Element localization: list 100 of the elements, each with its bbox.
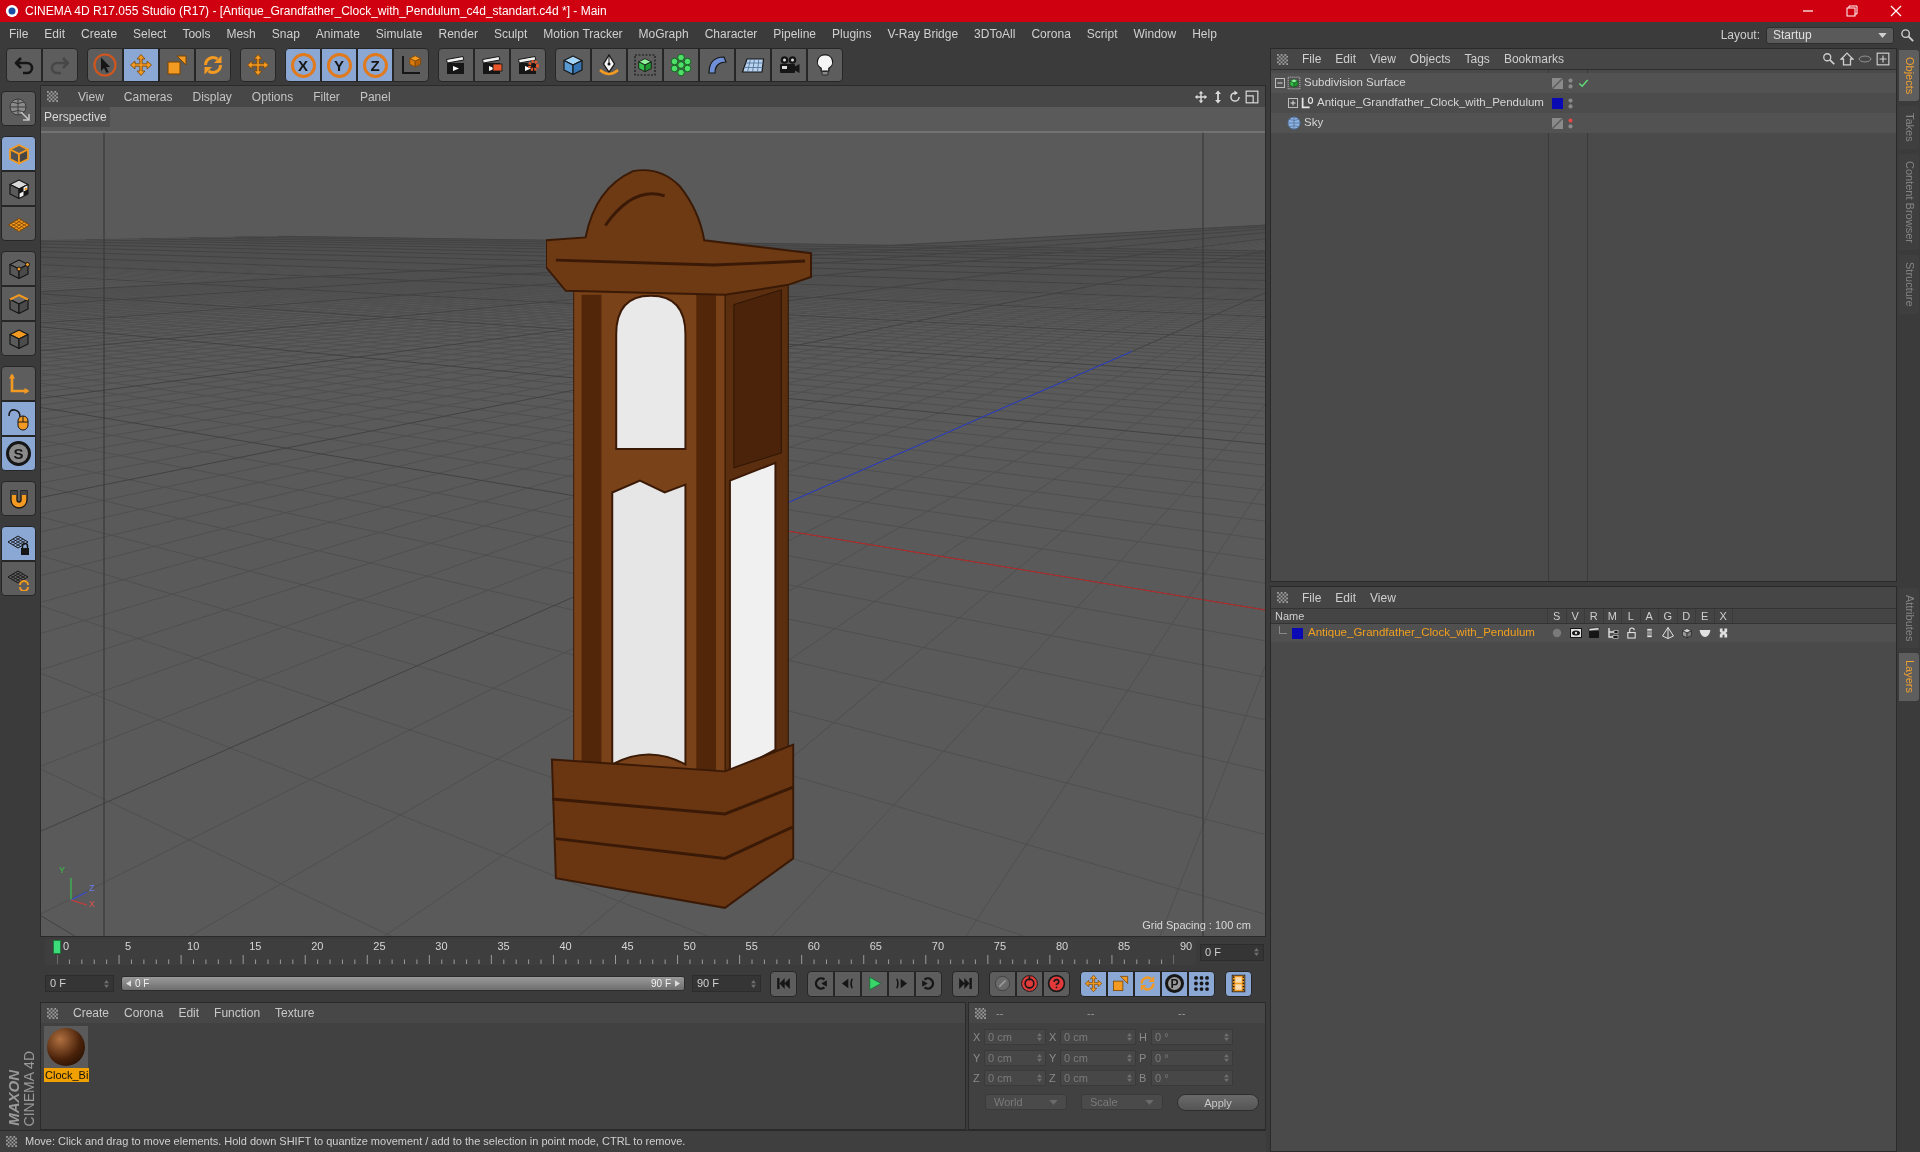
move-tool-button[interactable] <box>123 48 159 82</box>
menu-item[interactable]: Corona <box>124 1004 164 1022</box>
restore-icon[interactable] <box>1846 5 1858 17</box>
edges-mode-button[interactable] <box>1 286 36 321</box>
timeline-button[interactable] <box>1225 970 1252 997</box>
grid-rotate-button[interactable] <box>1 561 36 596</box>
cloner-button[interactable] <box>663 48 699 82</box>
render-settings-button[interactable] <box>510 48 546 82</box>
menu-item[interactable]: 3DToAll <box>974 24 1016 43</box>
frame-range-slider[interactable]: 0 F 90 F <box>121 976 685 991</box>
current-frame-field[interactable]: 0 F <box>1200 943 1264 961</box>
menu-item[interactable]: Create <box>81 24 118 43</box>
menu-item[interactable]: Animate <box>315 24 360 43</box>
cube-button[interactable] <box>555 48 591 82</box>
light-button[interactable] <box>807 48 843 82</box>
column-header[interactable]: L <box>1622 609 1641 623</box>
menu-item[interactable]: MoGraph <box>638 24 689 43</box>
column-header[interactable]: A <box>1640 609 1659 623</box>
previous-key-button[interactable] <box>807 970 834 997</box>
apply-button[interactable]: Apply <box>1177 1093 1259 1111</box>
expand-box-icon[interactable] <box>1288 98 1298 108</box>
expand-box-icon[interactable] <box>1275 78 1285 88</box>
layer-row[interactable]: Antique_Grandfather_Clock_with_Pendulum <box>1271 624 1896 642</box>
column-header[interactable]: X <box>1714 609 1733 623</box>
menu-item[interactable]: Bookmarks <box>1503 50 1564 68</box>
axis-lock-button[interactable]: Z <box>357 48 393 82</box>
menu-item[interactable]: Simulate <box>375 24 423 43</box>
menu-item[interactable]: Edit <box>1335 588 1357 607</box>
menu-item[interactable]: V-Ray Bridge <box>887 24 959 43</box>
rotate-icon[interactable] <box>1228 89 1242 104</box>
menu-item[interactable]: Panel <box>359 87 391 106</box>
menu-item[interactable]: Snap <box>271 24 300 43</box>
axis-lock-button[interactable]: X <box>285 48 321 82</box>
render-view-button[interactable] <box>438 48 474 82</box>
column-header[interactable]: Name <box>1271 609 1548 623</box>
menu-item[interactable]: Pipeline <box>773 24 817 43</box>
tweak-mode-button[interactable] <box>1 401 36 436</box>
menu-item[interactable]: Tags <box>1464 50 1490 68</box>
play-button[interactable] <box>861 970 888 997</box>
menu-item[interactable]: Texture <box>275 1004 315 1022</box>
column-header[interactable]: M <box>1603 609 1622 623</box>
column-header[interactable]: E <box>1696 609 1715 623</box>
points-mode-button[interactable] <box>1 251 36 286</box>
menu-item[interactable]: Display <box>192 87 232 106</box>
menu-item[interactable]: Edit <box>1335 50 1357 68</box>
column-header[interactable]: G <box>1659 609 1678 623</box>
column-header[interactable]: R <box>1585 609 1604 623</box>
texture-mode-button[interactable] <box>1 171 36 206</box>
menu-item[interactable]: View <box>78 87 104 106</box>
subdivision-button[interactable] <box>627 48 663 82</box>
column-header[interactable]: S <box>1548 609 1567 623</box>
menu-item[interactable]: Function <box>214 1004 261 1022</box>
camera-button[interactable] <box>771 48 807 82</box>
menu-item[interactable]: Select <box>133 24 167 43</box>
autokey-button[interactable] <box>1043 970 1070 997</box>
next-key-button[interactable] <box>915 970 942 997</box>
perspective-viewport[interactable]: Perspective Y Z X Grid Spacing : 100 cm <box>41 107 1265 936</box>
menu-item[interactable]: Script <box>1086 24 1118 43</box>
side-tab[interactable]: Objects <box>1899 50 1919 102</box>
camera-label[interactable]: Perspective <box>41 107 110 127</box>
menu-item[interactable]: Edit <box>178 1004 200 1022</box>
menu-item[interactable]: File <box>1302 50 1322 68</box>
menu-item[interactable]: File <box>9 24 29 43</box>
menu-item[interactable]: Objects <box>1409 50 1451 68</box>
object-name[interactable]: Subdivision Surface <box>1304 74 1406 92</box>
coordinate-system-button[interactable] <box>393 48 429 82</box>
material-name[interactable]: Clock_Bi <box>44 1068 90 1082</box>
menu-item[interactable]: Edit <box>44 24 66 43</box>
plus-square-icon[interactable] <box>1876 52 1890 66</box>
scale-tool-button[interactable] <box>159 48 195 82</box>
go-to-start-button[interactable] <box>770 970 797 997</box>
menu-item[interactable]: Create <box>73 1004 110 1022</box>
object-row[interactable]: Sky <box>1271 113 1896 133</box>
menu-item[interactable]: View <box>1370 588 1396 607</box>
menu-item[interactable]: Character <box>704 24 758 43</box>
record-button[interactable] <box>1016 970 1043 997</box>
magnet-button[interactable] <box>1 481 36 516</box>
menu-item[interactable]: File <box>1302 588 1322 607</box>
menu-item[interactable]: Window <box>1133 24 1177 43</box>
menu-item[interactable]: Cameras <box>123 87 173 106</box>
recent-tool-button[interactable] <box>240 48 276 82</box>
menu-item[interactable]: Plugins <box>832 24 872 43</box>
menu-item[interactable]: Options <box>251 87 294 106</box>
visibility-dots-icon[interactable] <box>1568 96 1573 110</box>
parameter-key-button[interactable]: P <box>1161 970 1188 997</box>
axis-mode-button[interactable] <box>1 366 36 401</box>
search-icon[interactable] <box>1900 27 1915 43</box>
column-header[interactable]: D <box>1677 609 1696 623</box>
visibility-dots-icon[interactable] <box>1568 116 1573 130</box>
record-keys-button[interactable] <box>989 970 1016 997</box>
layer-color-icon[interactable] <box>1292 627 1303 639</box>
axis-lock-button[interactable]: Y <box>321 48 357 82</box>
check-icon[interactable] <box>1578 77 1589 89</box>
menu-item[interactable]: Corona <box>1031 24 1071 43</box>
polygons-mode-button[interactable] <box>1 321 36 356</box>
object-row[interactable]: Subdivision Surface <box>1271 73 1896 93</box>
rotation-key-button[interactable] <box>1134 970 1161 997</box>
menu-item[interactable]: Tools <box>182 24 211 43</box>
undo-button[interactable] <box>6 48 42 82</box>
go-to-end-button[interactable] <box>952 970 979 997</box>
